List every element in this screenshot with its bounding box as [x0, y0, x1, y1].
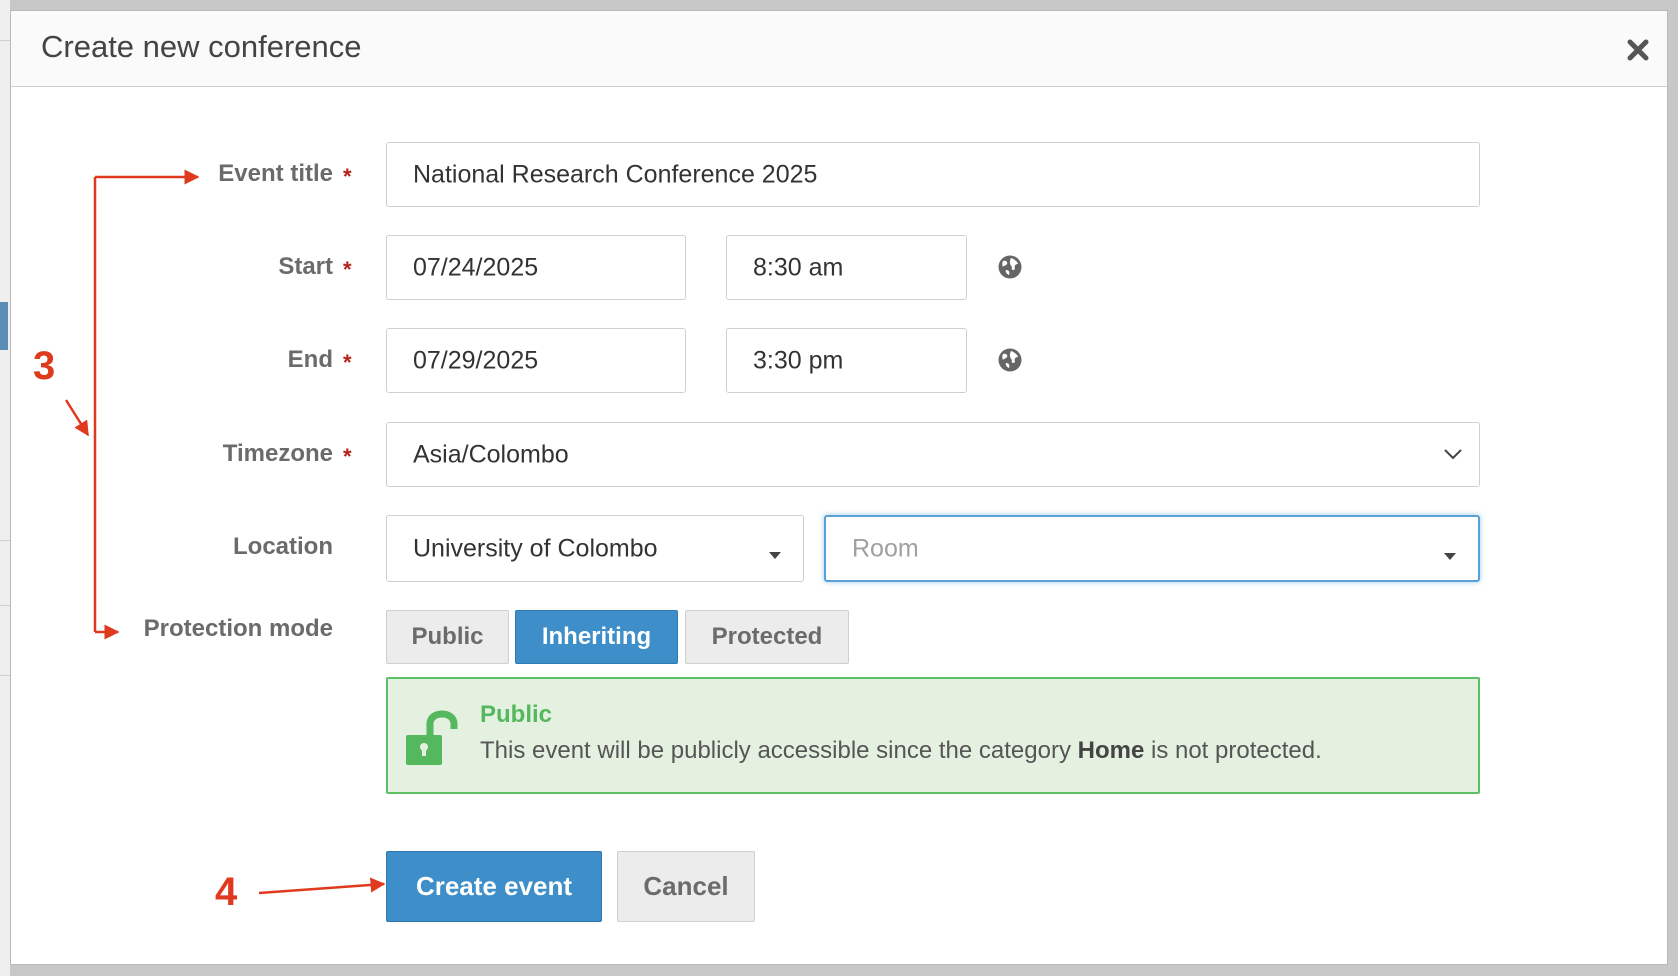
required-mark: *: [343, 164, 352, 189]
background-divider: [0, 675, 10, 676]
event-title-label: Event title: [218, 160, 333, 187]
start-time-value: 8:30 am: [753, 253, 844, 281]
notice-text-after: is not protected.: [1144, 737, 1322, 764]
event-title-value: National Research Conference 2025: [413, 160, 818, 188]
create-event-button[interactable]: Create event: [386, 851, 602, 922]
globe-icon[interactable]: [997, 254, 1023, 280]
dialog-title: Create new conference: [41, 29, 362, 64]
end-date-value: 07/29/2025: [413, 346, 539, 374]
end-date-input[interactable]: 07/29/2025: [386, 328, 686, 393]
end-time-input[interactable]: 3:30 pm: [726, 328, 967, 393]
notice-text: This event will be publicly accessible s…: [480, 737, 1322, 765]
start-date-value: 07/24/2025: [413, 253, 539, 281]
timezone-value: Asia/Colombo: [413, 440, 569, 468]
protection-inheriting-button[interactable]: Inheriting: [515, 610, 678, 664]
background-chip: [0, 302, 8, 350]
notice-category: Home: [1077, 737, 1145, 764]
close-icon[interactable]: [1623, 35, 1653, 65]
unlock-icon: [406, 710, 458, 765]
venue-select[interactable]: University of Colombo: [386, 515, 804, 582]
background-page: [0, 0, 10, 976]
background-divider: [0, 605, 10, 606]
annotation-step-4: 4: [215, 870, 238, 914]
timezone-label: Timezone: [222, 440, 333, 467]
location-label: Location: [233, 533, 333, 560]
room-placeholder: Room: [852, 534, 919, 562]
dialog-header: Create new conference: [11, 11, 1667, 87]
start-date-input[interactable]: 07/24/2025: [386, 235, 686, 300]
background-divider: [0, 40, 10, 41]
annotation-step-3: 3: [33, 344, 56, 388]
venue-value: University of Colombo: [413, 534, 658, 562]
cancel-button[interactable]: Cancel: [617, 851, 755, 922]
required-mark: *: [343, 257, 352, 282]
start-label: Start: [278, 253, 333, 280]
protection-public-button[interactable]: Public: [386, 610, 509, 664]
start-time-input[interactable]: 8:30 am: [726, 235, 967, 300]
protection-mode-label: Protection mode: [143, 615, 333, 642]
protection-notice: Public This event will be publicly acces…: [386, 677, 1480, 794]
protection-protected-button[interactable]: Protected: [685, 610, 849, 664]
timezone-select[interactable]: Asia/Colombo: [386, 422, 1480, 487]
required-mark: *: [343, 444, 352, 469]
end-time-value: 3:30 pm: [753, 346, 844, 374]
event-title-input[interactable]: National Research Conference 2025: [386, 142, 1480, 207]
notice-text-before: This event will be publicly accessible s…: [480, 737, 1078, 764]
required-mark: *: [343, 350, 352, 375]
caret-down-icon: [1444, 553, 1456, 560]
globe-icon[interactable]: [997, 347, 1023, 373]
room-select[interactable]: Room: [824, 515, 1480, 582]
notice-title: Public: [480, 701, 553, 728]
chevron-down-icon: [1444, 449, 1462, 460]
caret-down-icon: [769, 552, 781, 559]
